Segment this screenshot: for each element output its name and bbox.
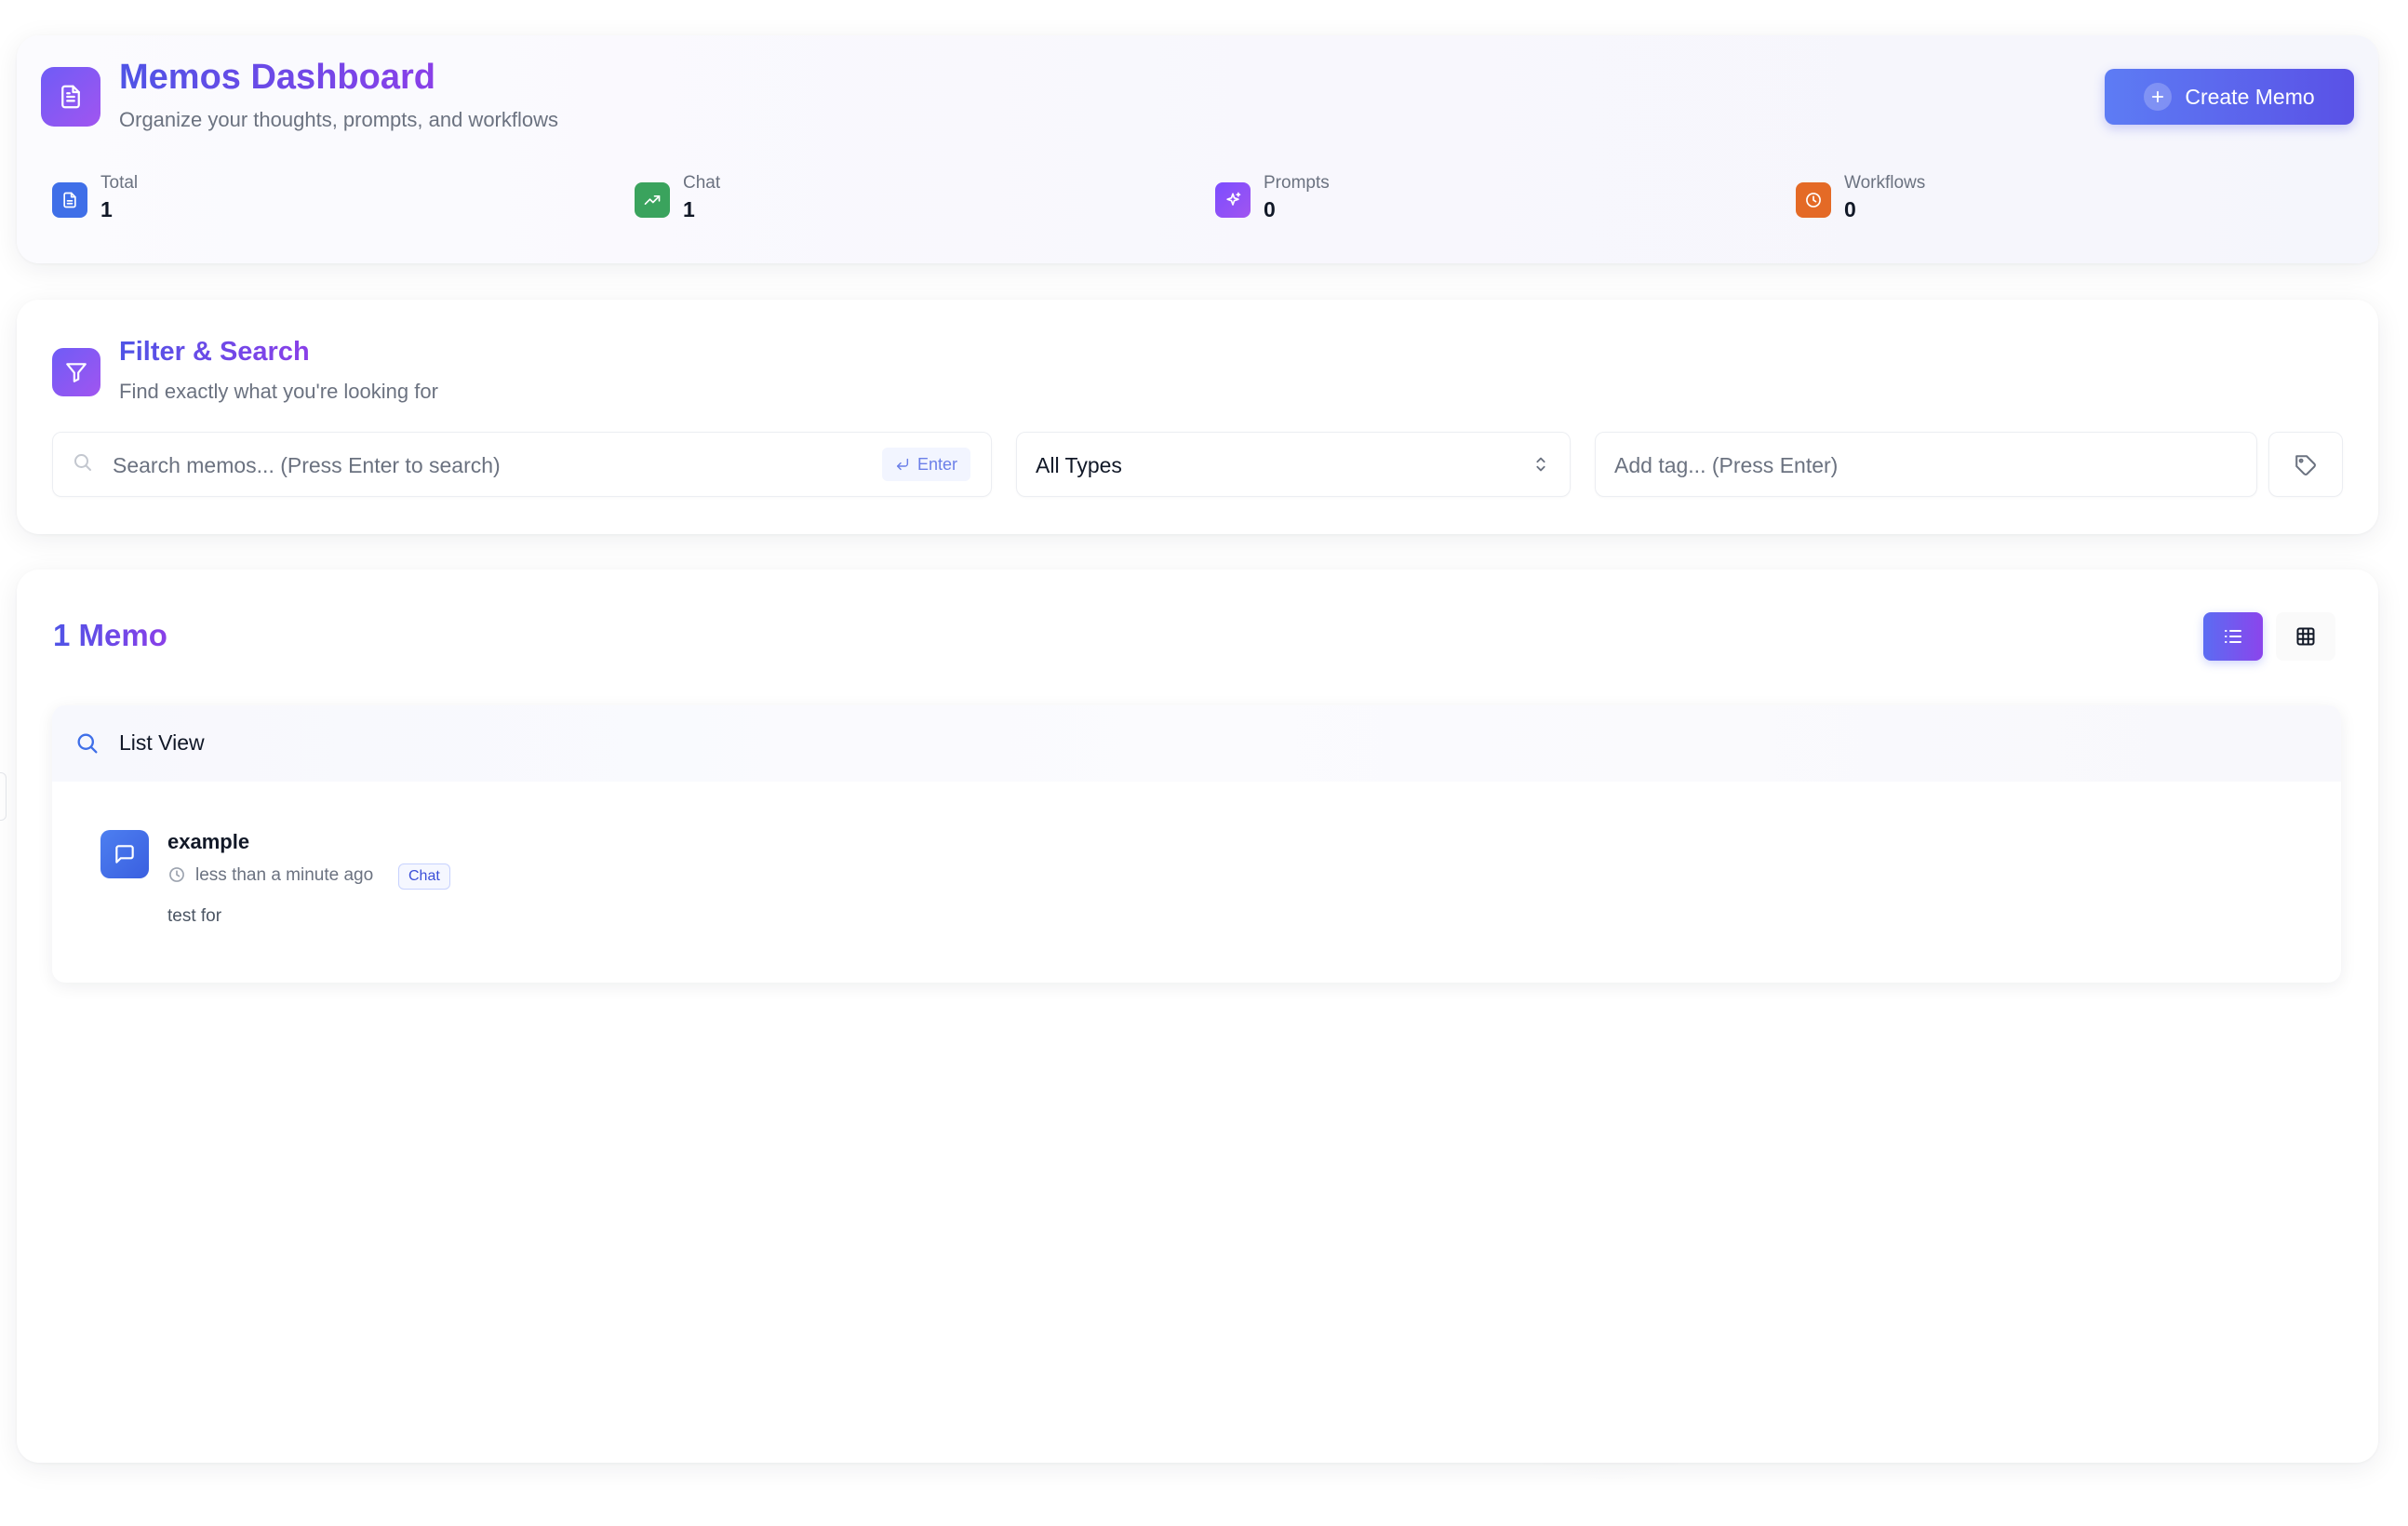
clock-icon bbox=[1796, 182, 1831, 218]
search-input[interactable]: Search memos... (Press Enter to search) … bbox=[52, 432, 992, 497]
memo-type-badge: Chat bbox=[398, 863, 450, 890]
search-placeholder: Search memos... (Press Enter to search) bbox=[113, 453, 501, 477]
stat-workflows: Workflows 0 bbox=[1796, 173, 2075, 225]
list-header: List View bbox=[52, 705, 2341, 782]
filter-subtitle: Find exactly what you're looking for bbox=[119, 380, 438, 403]
list-view-title: List View bbox=[119, 730, 205, 755]
memo-title: example bbox=[167, 830, 250, 853]
list-icon bbox=[2225, 630, 2241, 643]
tag-placeholder: Add tag... (Press Enter) bbox=[1614, 453, 1839, 477]
page-subtitle: Organize your thoughts, prompts, and wor… bbox=[119, 108, 559, 131]
tag-input[interactable]: Add tag... (Press Enter) bbox=[1595, 432, 2257, 497]
enter-label: Enter bbox=[916, 454, 957, 474]
filter-title: Filter & Search bbox=[119, 337, 310, 367]
stat-total: Total 1 bbox=[52, 173, 331, 225]
stat-value: 0 bbox=[1264, 197, 1276, 221]
memos-panel: 1 Memo List View example less than a min… bbox=[17, 569, 2378, 1463]
stat-label: Chat bbox=[683, 173, 721, 193]
sidebar-toggle-handle[interactable] bbox=[0, 772, 7, 821]
plus-icon bbox=[2144, 83, 2173, 111]
stat-value: 0 bbox=[1844, 197, 1856, 221]
tag-icon bbox=[2294, 453, 2318, 482]
memo-count: 1 Memo bbox=[53, 618, 167, 652]
grid-icon bbox=[2296, 627, 2315, 646]
document-icon bbox=[41, 67, 100, 127]
enter-icon bbox=[896, 458, 909, 471]
stat-prompts: Prompts 0 bbox=[1215, 173, 1494, 225]
type-select-value: All Types bbox=[1036, 453, 1122, 477]
page-title: Memos Dashboard bbox=[119, 58, 435, 97]
filter-search-panel: Filter & Search Find exactly what you're… bbox=[17, 300, 2378, 534]
type-select[interactable]: All Types bbox=[1016, 432, 1571, 497]
clock-icon bbox=[167, 865, 186, 889]
memo-content: test for bbox=[167, 906, 222, 926]
stat-label: Total bbox=[100, 173, 139, 193]
dashboard-header: Memos Dashboard Organize your thoughts, … bbox=[17, 35, 2378, 263]
sparkles-icon bbox=[1215, 182, 1251, 218]
add-tag-button[interactable] bbox=[2268, 432, 2343, 497]
list-view-button[interactable] bbox=[2203, 612, 2263, 661]
chat-bubble-icon bbox=[100, 830, 149, 878]
create-memo-button[interactable]: Create Memo bbox=[2105, 69, 2354, 125]
create-memo-label: Create Memo bbox=[2185, 84, 2315, 109]
search-icon bbox=[72, 451, 94, 478]
list-item[interactable]: example less than a minute ago Chat test… bbox=[100, 830, 2241, 942]
memo-timestamp: less than a minute ago bbox=[195, 865, 374, 885]
chevron-up-down-icon bbox=[1531, 454, 1551, 479]
stat-label: Workflows bbox=[1844, 173, 1926, 193]
stat-value: 1 bbox=[100, 197, 113, 221]
grid-view-button[interactable] bbox=[2276, 612, 2335, 661]
filter-icon bbox=[52, 348, 100, 396]
document-icon bbox=[52, 182, 87, 218]
memo-list: List View example less than a minute ago… bbox=[52, 705, 2341, 983]
trending-up-icon bbox=[635, 182, 670, 218]
search-icon bbox=[74, 730, 100, 761]
stat-label: Prompts bbox=[1264, 173, 1330, 193]
enter-key-hint: Enter bbox=[881, 448, 970, 481]
stat-value: 1 bbox=[683, 197, 695, 221]
stat-chat: Chat 1 bbox=[635, 173, 914, 225]
